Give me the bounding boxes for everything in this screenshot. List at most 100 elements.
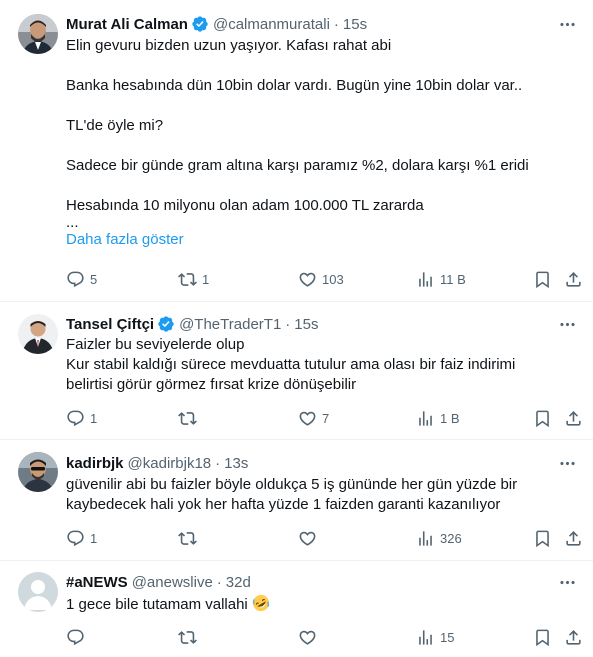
- like-icon: [298, 529, 317, 548]
- tweet-line: güvenilir abi bu faizler böyle oldukça 5…: [66, 476, 518, 493]
- bookmark-icon: [533, 529, 552, 548]
- share-icon: [564, 409, 583, 428]
- like-button[interactable]: 103: [298, 269, 344, 289]
- like-count: 7: [322, 410, 330, 426]
- views-button[interactable]: 326: [416, 528, 462, 548]
- separator-dot: ·: [333, 15, 339, 33]
- more-icon[interactable]: [557, 453, 577, 473]
- tweet-line: TL'de öyle mi?: [66, 117, 164, 134]
- timestamp[interactable]: 13s: [224, 455, 248, 472]
- retweet-button[interactable]: [178, 528, 202, 548]
- views-button[interactable]: 1 B: [416, 408, 460, 428]
- tweet-kadirbjk[interactable]: kadirbjk @kadirbjk18 · 13s güvenilir abi…: [0, 440, 593, 561]
- author-handle[interactable]: @TheTraderT1: [179, 316, 281, 333]
- tweet-line: 1 gece bile tutamam vallahi: [66, 594, 576, 615]
- bookmark-button[interactable]: [533, 269, 552, 289]
- share-icon: [564, 529, 583, 548]
- retweet-button[interactable]: [178, 627, 202, 647]
- retweet-button[interactable]: 1: [178, 269, 209, 289]
- like-button[interactable]: [298, 528, 322, 548]
- retweet-button[interactable]: [178, 408, 202, 428]
- separator-dot: ·: [216, 573, 222, 591]
- tweet-line: Sadece bir günde gram altına karşı param…: [66, 157, 529, 174]
- tweet-line: belirtisi görür görmez fırsat krize dönü…: [66, 376, 357, 393]
- tweet-header: kadirbjk @kadirbjk18 · 13s: [66, 453, 248, 473]
- share-button[interactable]: [564, 408, 583, 428]
- tweet-line: Elin gevuru bizden uzun yaşıyor. Kafası …: [66, 37, 392, 54]
- views-count: 15: [440, 629, 455, 645]
- more-icon[interactable]: [557, 14, 577, 34]
- tweet-header: Tansel Çiftçi @TheTraderT1 · 15s: [66, 314, 318, 334]
- like-button[interactable]: [298, 627, 322, 647]
- tweet-line: ...: [66, 214, 79, 231]
- views-button[interactable]: 11 B: [416, 269, 466, 289]
- reply-button[interactable]: 1: [66, 528, 97, 548]
- share-icon: [564, 628, 583, 647]
- bookmark-button[interactable]: [533, 627, 552, 647]
- author-handle[interactable]: @anewslive: [132, 574, 213, 591]
- share-button[interactable]: [564, 528, 583, 548]
- reply-count: 5: [90, 271, 98, 287]
- tweet-anews[interactable]: #aNEWS @anewslive · 32d 1 gece bile tuta…: [0, 561, 593, 657]
- like-count: 103: [322, 271, 344, 287]
- verified-icon: [157, 315, 175, 333]
- tweet-line: [66, 136, 576, 156]
- author-handle[interactable]: @calmanmuratali: [213, 16, 330, 33]
- more-icon[interactable]: [557, 314, 577, 334]
- timestamp[interactable]: 32d: [226, 574, 251, 591]
- action-bar: 5 1 103 11 B: [66, 269, 586, 289]
- reply-button[interactable]: 5: [66, 269, 97, 289]
- reply-icon: [66, 409, 85, 428]
- tweet-text: Faizler bu seviyelerde olup Kur stabil k…: [66, 335, 576, 395]
- avatar[interactable]: [18, 572, 58, 612]
- tweet-line: kaybedecek hali yok her hafta yüzde 1 fa…: [66, 496, 501, 513]
- tweet-header: Murat Ali Calman @calmanmuratali · 15s: [66, 14, 367, 34]
- tweet-line-text: 1 gece bile tutamam vallahi: [66, 596, 248, 613]
- reply-button[interactable]: [66, 627, 90, 647]
- author-handle[interactable]: @kadirbjk18: [128, 455, 212, 472]
- timestamp[interactable]: 15s: [343, 16, 367, 33]
- tweet-ciftci[interactable]: Tansel Çiftçi @TheTraderT1 · 15s Faizler…: [0, 302, 593, 440]
- views-button[interactable]: 15: [416, 627, 454, 647]
- share-button[interactable]: [564, 269, 583, 289]
- tweet-line: [66, 176, 576, 196]
- author-name[interactable]: Tansel Çiftçi: [66, 316, 154, 333]
- author-name[interactable]: kadirbjk: [66, 455, 124, 472]
- like-icon: [298, 409, 317, 428]
- author-name[interactable]: Murat Ali Calman: [66, 16, 188, 33]
- bookmark-button[interactable]: [533, 408, 552, 428]
- share-icon: [564, 270, 583, 289]
- tweet-calman[interactable]: Murat Ali Calman @calmanmuratali · 15s E…: [0, 0, 593, 302]
- bookmark-icon: [533, 270, 552, 289]
- reply-count: 1: [90, 530, 98, 546]
- retweet-count: 1: [202, 271, 210, 287]
- avatar[interactable]: [18, 14, 58, 54]
- verified-icon: [191, 15, 209, 33]
- avatar[interactable]: [18, 314, 58, 354]
- timestamp[interactable]: 15s: [294, 316, 318, 333]
- reply-button[interactable]: 1: [66, 408, 97, 428]
- tweet-header: #aNEWS @anewslive · 32d: [66, 572, 251, 592]
- avatar[interactable]: [18, 452, 58, 492]
- action-bar: 1 326: [66, 528, 586, 548]
- views-icon: [416, 270, 435, 289]
- more-icon[interactable]: [557, 572, 577, 592]
- bookmark-icon: [533, 409, 552, 428]
- views-count: 11 B: [440, 271, 466, 287]
- reply-icon: [66, 270, 85, 289]
- tweet-line: Banka hesabında dün 10bin dolar vardı. B…: [66, 77, 523, 94]
- bookmark-button[interactable]: [533, 528, 552, 548]
- like-button[interactable]: 7: [298, 408, 329, 428]
- views-icon: [416, 529, 435, 548]
- author-name[interactable]: #aNEWS: [66, 574, 128, 591]
- views-icon: [416, 409, 435, 428]
- retweet-icon: [178, 628, 197, 647]
- tweet-line: Kur stabil kaldığı sürece mevduatta tutu…: [66, 356, 516, 373]
- action-bar: 15: [66, 627, 586, 647]
- share-button[interactable]: [564, 627, 583, 647]
- reply-icon: [66, 628, 85, 647]
- show-more-link[interactable]: Daha fazla göster: [66, 230, 576, 250]
- tweet-line: Faizler bu seviyelerde olup: [66, 336, 245, 353]
- reply-icon: [66, 529, 85, 548]
- rolling-on-floor-laughing-icon: [252, 594, 270, 612]
